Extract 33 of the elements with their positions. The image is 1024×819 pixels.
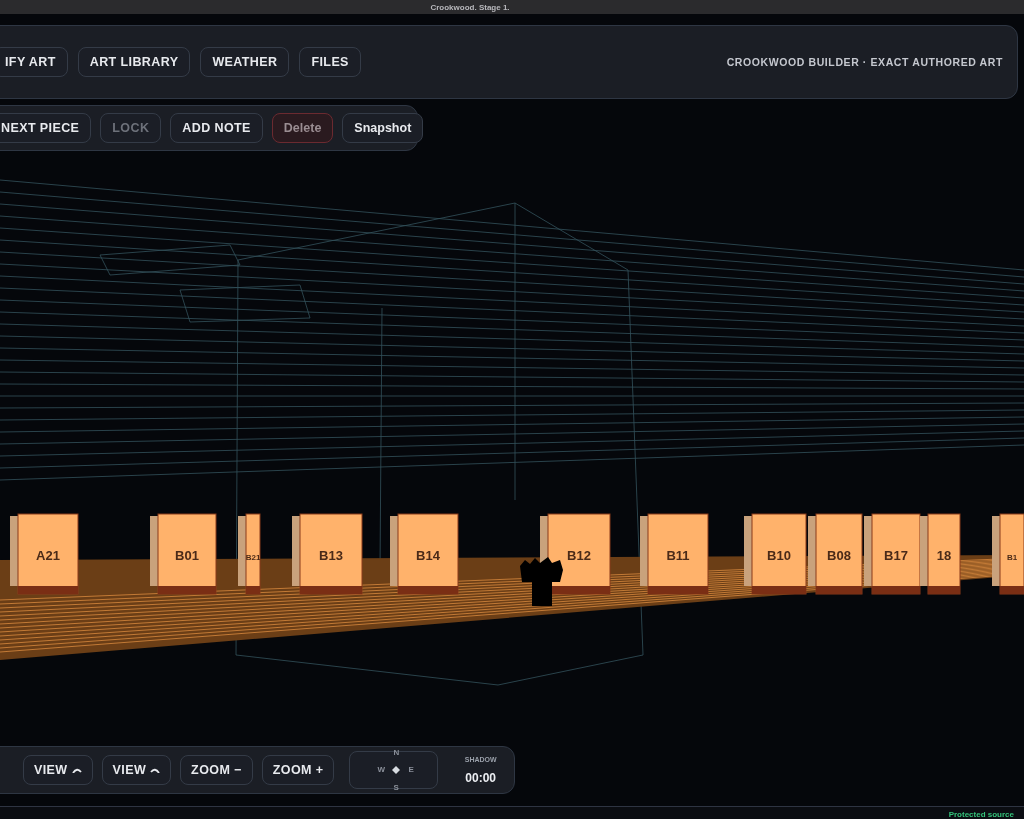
compass-letter: N: [393, 748, 400, 757]
locker-label: B11: [666, 548, 690, 563]
toolbar-button[interactable]: FILES: [299, 47, 361, 77]
locker-label: B1: [1006, 553, 1018, 562]
locker-label: B13: [319, 548, 343, 563]
delete-button[interactable]: Delete: [271, 113, 334, 143]
toolbar-button[interactable]: ART LIBRARY: [77, 47, 191, 77]
locker-label: B17: [884, 548, 908, 563]
locker-label: B08: [827, 548, 851, 563]
view-button[interactable]: VIEW: [101, 755, 172, 785]
locker-label: B12: [567, 548, 591, 563]
toolbar-button[interactable]: ADD NOTE: [170, 113, 263, 143]
toolbar-button[interactable]: WEATHER: [200, 47, 290, 77]
diamond-icon: [392, 766, 401, 774]
compass-control[interactable]: N W E S: [349, 751, 439, 789]
shadow-time: 00:00: [465, 770, 497, 785]
locker-label: 18: [936, 548, 952, 563]
zoom-button[interactable]: ZOOM +: [261, 755, 335, 785]
locker-label: B10: [767, 548, 791, 563]
toolbar-button[interactable]: NEXT PIECE: [0, 113, 92, 143]
status-text: Protected source: [948, 810, 1014, 819]
toolbar-button[interactable]: IFY ART: [0, 47, 68, 77]
compass-letter: S: [393, 783, 399, 792]
compass-letter: W: [377, 765, 385, 774]
zoom-button[interactable]: ZOOM −: [180, 755, 253, 785]
toolbar-button[interactable]: Snapshot: [342, 113, 424, 143]
view-button[interactable]: VIEW: [23, 755, 93, 785]
app-caption: CROOKWOOD BUILDER · EXACT AUTHORED ART: [726, 56, 1003, 68]
locker-label: B01: [175, 548, 199, 563]
locker-label: B14: [416, 548, 440, 563]
compass-letter: E: [408, 765, 414, 774]
locker-label: A21: [36, 548, 60, 563]
window-title: Crookwood. Stage 1.: [430, 2, 510, 12]
